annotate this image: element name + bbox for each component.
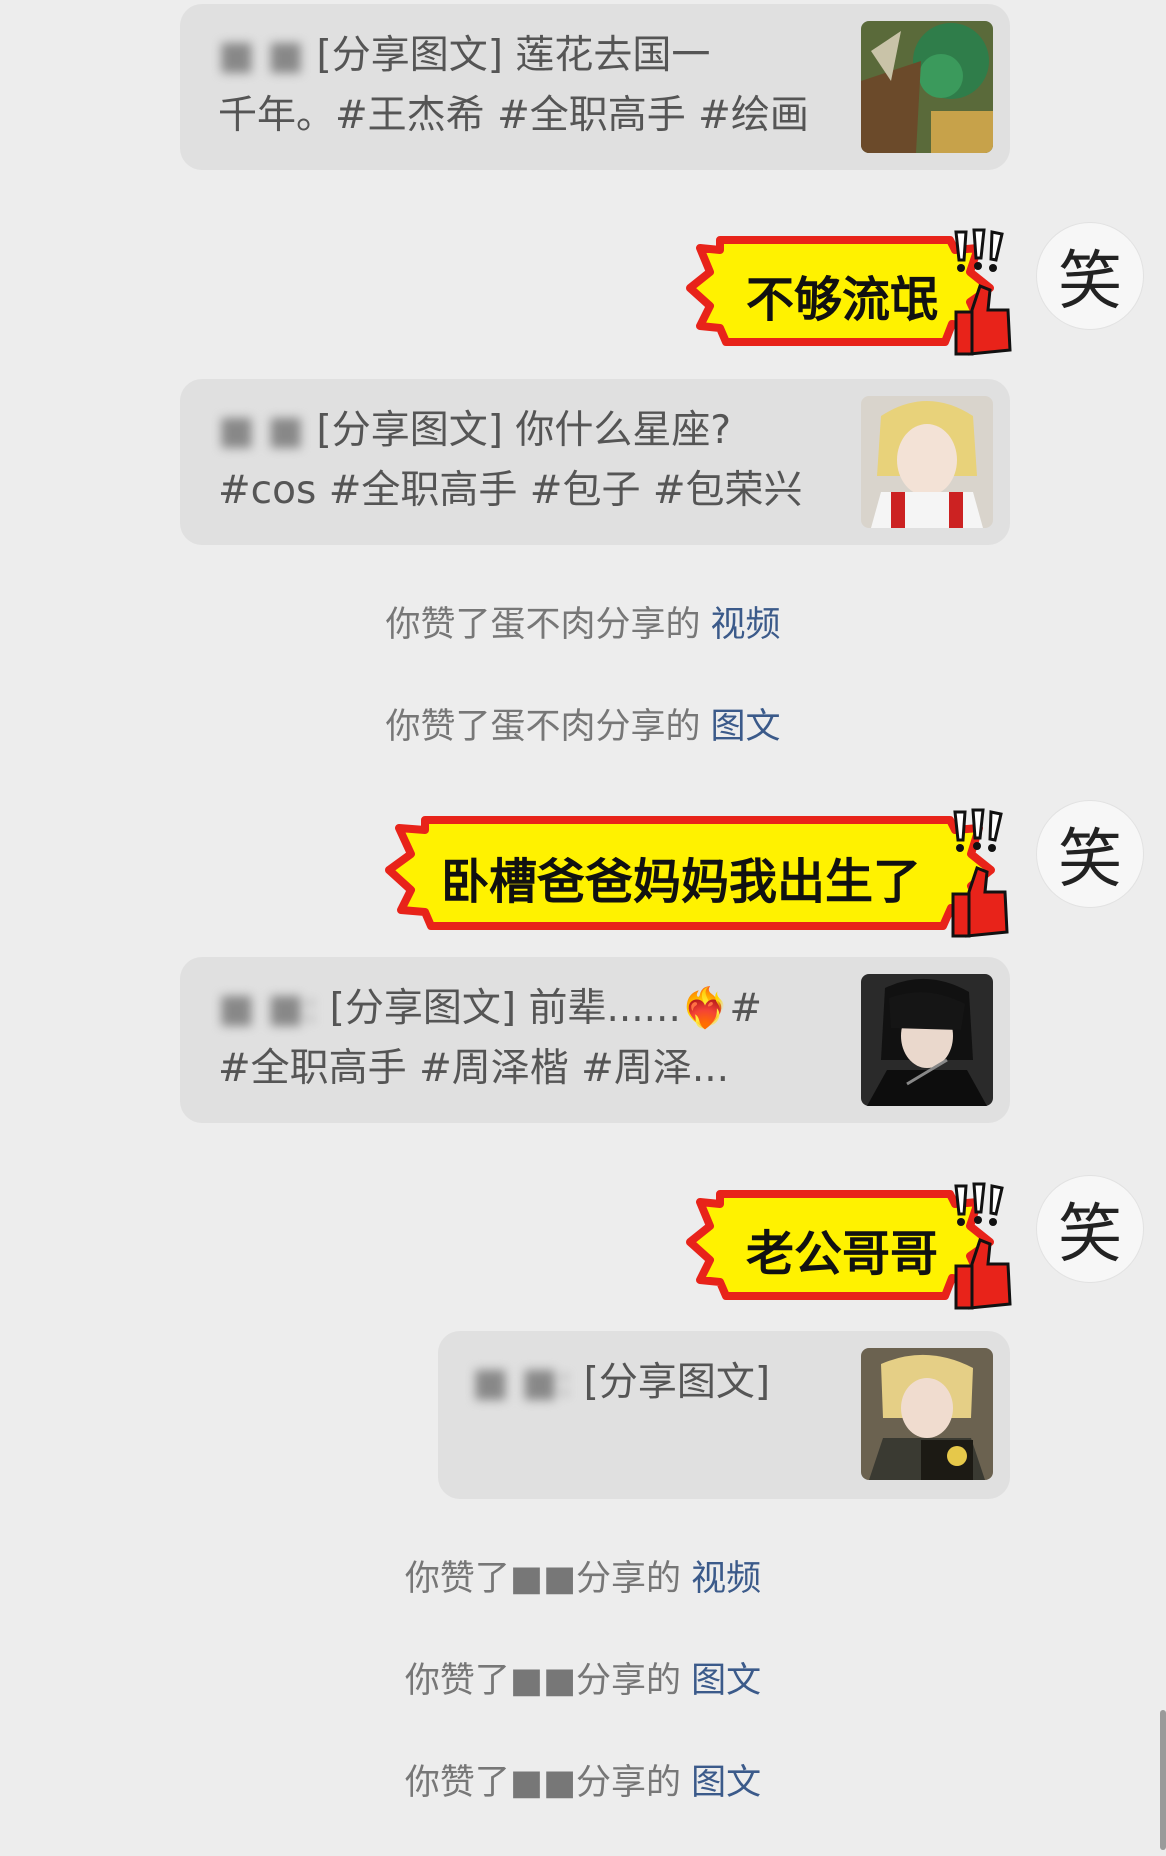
sticker-text: 老公哥哥 bbox=[746, 1226, 939, 1282]
video-link[interactable]: 视频 bbox=[691, 1559, 761, 1599]
user-avatar[interactable]: 笑 bbox=[1036, 222, 1144, 330]
system-message: 你赞了■■分享的 视频 bbox=[404, 1559, 762, 1599]
blurred-username: ■ ■ bbox=[218, 33, 305, 78]
post-link[interactable]: 图文 bbox=[691, 1661, 761, 1701]
share-thumbnail[interactable] bbox=[861, 21, 993, 153]
share-card[interactable]: ■ ■: [分享图文] bbox=[438, 1331, 1010, 1499]
share-text: ■ ■: [分享图文] bbox=[472, 1353, 770, 1413]
share-text: ■ ■: [分享图文] 前辈......❤️‍🔥# #全职高手 #周泽楷 #周泽… bbox=[218, 979, 762, 1099]
sticker-text: 不够流氓 bbox=[746, 272, 939, 328]
share-thumbnail[interactable] bbox=[861, 1348, 993, 1480]
system-message: 你赞了蛋不肉分享的 图文 bbox=[385, 707, 781, 747]
user-avatar[interactable]: 笑 bbox=[1036, 800, 1144, 908]
sticker-text: 卧槽爸爸妈妈我出生了 bbox=[441, 854, 922, 910]
user-avatar[interactable]: 笑 bbox=[1036, 1175, 1144, 1283]
sticker-message[interactable]: 不够流氓 bbox=[686, 218, 1012, 358]
sticker-message[interactable]: 老公哥哥 bbox=[686, 1172, 1012, 1312]
share-text: ■ ■ [分享图文] 你什么星座? #cos #全职高手 #包子 #包荣兴 bbox=[218, 401, 803, 521]
system-message: 你赞了■■分享的 图文 bbox=[404, 1661, 762, 1701]
share-card[interactable]: ■ ■ [分享图文] 你什么星座? #cos #全职高手 #包子 #包荣兴 bbox=[180, 379, 1010, 545]
blurred-username: ■ ■: bbox=[218, 986, 318, 1031]
thumbs-up-icon bbox=[954, 284, 1012, 356]
share-thumbnail[interactable] bbox=[861, 396, 993, 528]
thumbs-up-icon bbox=[951, 866, 1009, 938]
thumbs-up-icon bbox=[954, 1238, 1012, 1310]
blurred-username: ■ ■: bbox=[472, 1360, 572, 1405]
blurred-username: ■ ■ bbox=[218, 408, 305, 453]
video-link[interactable]: 视频 bbox=[711, 605, 781, 645]
post-link[interactable]: 图文 bbox=[691, 1763, 761, 1803]
share-text: ■ ■ [分享图文] 莲花去国一 千年。#王杰希 #全职高手 #绘画 bbox=[218, 26, 809, 146]
share-card[interactable]: ■ ■ [分享图文] 莲花去国一 千年。#王杰希 #全职高手 #绘画 bbox=[180, 4, 1010, 170]
sticker-message[interactable]: 卧槽爸爸妈妈我出生了 bbox=[385, 798, 1010, 943]
scrollbar[interactable] bbox=[1160, 1710, 1166, 1850]
share-card[interactable]: ■ ■: [分享图文] 前辈......❤️‍🔥# #全职高手 #周泽楷 #周泽… bbox=[180, 957, 1010, 1123]
system-message: 你赞了蛋不肉分享的 视频 bbox=[385, 605, 781, 645]
share-thumbnail[interactable] bbox=[861, 974, 993, 1106]
post-link[interactable]: 图文 bbox=[711, 707, 781, 747]
system-message: 你赞了■■分享的 图文 bbox=[404, 1763, 762, 1803]
